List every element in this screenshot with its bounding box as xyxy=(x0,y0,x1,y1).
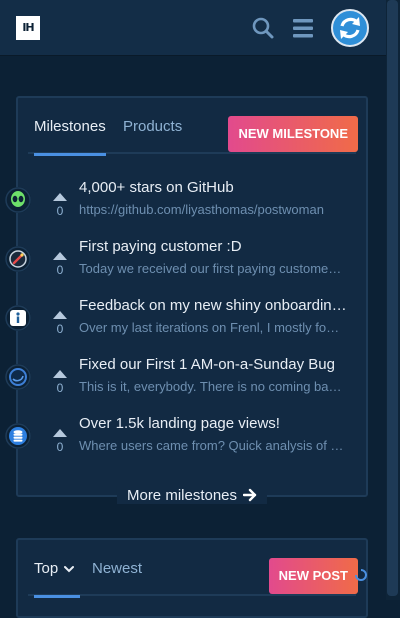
indie-hackers-logo[interactable]: IH xyxy=(16,16,40,40)
posts-tabs: Top Newest New Post xyxy=(28,550,358,598)
scrollbar-thumb[interactable] xyxy=(387,0,398,596)
loading-spinner-icon xyxy=(355,569,367,581)
milestone-title[interactable]: Feedback on my new shiny onboarding flow xyxy=(79,297,349,314)
top-navigation-bar: IH xyxy=(0,0,400,56)
tab-milestones[interactable]: Milestones xyxy=(34,108,106,156)
more-milestones-link[interactable]: More milestones xyxy=(116,486,268,504)
rocket-icon xyxy=(5,246,31,272)
tab-top-label: Top xyxy=(34,560,59,577)
upvote-button[interactable]: 0 xyxy=(52,248,68,277)
upvote-arrow-icon xyxy=(53,370,67,378)
posts-card: Top Newest New Post xyxy=(16,538,368,618)
arrow-right-icon xyxy=(243,488,257,502)
page-scrollbar[interactable] xyxy=(386,0,400,600)
vote-count: 0 xyxy=(56,381,64,395)
milestone-title[interactable]: 4,000+ stars on GitHub xyxy=(79,179,349,196)
new-post-button[interactable]: New Post xyxy=(268,558,358,594)
upvote-arrow-icon xyxy=(53,311,67,319)
alien-icon xyxy=(5,187,31,213)
chevron-down-icon xyxy=(64,566,75,573)
milestone-description: This is it, everybody. There is no comin… xyxy=(79,379,345,394)
milestone-title[interactable]: Over 1.5k landing page views! xyxy=(79,415,349,432)
user-avatar[interactable] xyxy=(331,9,369,47)
refresh-avatar-icon xyxy=(340,17,360,39)
milestones-card: Milestones Products New Milestone 0 4,00… xyxy=(5,96,368,504)
upvote-button[interactable]: 0 xyxy=(52,307,68,336)
more-milestones-label: More milestones xyxy=(126,486,238,504)
milestone-description: Over my last iterations on Frenl, I most… xyxy=(79,320,345,335)
milestone-description: Where users came from? Quick analysis of… xyxy=(79,438,345,453)
bug-ring-icon xyxy=(5,364,31,390)
tab-products[interactable]: Products xyxy=(123,108,182,154)
hamburger-menu-icon[interactable] xyxy=(291,16,315,40)
upvote-arrow-icon xyxy=(53,193,67,201)
vote-count: 0 xyxy=(56,440,64,454)
info-icon xyxy=(5,305,31,331)
milestone-item[interactable]: 0 Over 1.5k landing page views! Where us… xyxy=(5,415,366,482)
milestone-title[interactable]: First paying customer :D xyxy=(79,238,349,255)
upvote-arrow-icon xyxy=(53,252,67,260)
milestone-description: Today we received our first paying custo… xyxy=(79,261,345,276)
new-milestone-button[interactable]: New Milestone xyxy=(228,116,358,152)
vote-count: 0 xyxy=(56,263,64,277)
upvote-arrow-icon xyxy=(53,429,67,437)
vote-count: 0 xyxy=(56,322,64,336)
tab-top[interactable]: Top xyxy=(34,550,81,598)
milestone-description: https://github.com/liyasthomas/postwoman xyxy=(79,202,324,217)
upvote-button[interactable]: 0 xyxy=(52,366,68,395)
database-icon xyxy=(5,423,31,449)
upvote-button[interactable]: 0 xyxy=(52,425,68,454)
milestones-tabs: Milestones Products New Milestone xyxy=(28,108,358,156)
tab-newest[interactable]: Newest xyxy=(92,550,142,596)
upvote-button[interactable]: 0 xyxy=(52,189,68,218)
vote-count: 0 xyxy=(56,204,64,218)
search-icon[interactable] xyxy=(251,16,275,40)
milestone-title[interactable]: Fixed our First 1 AM-on-a-Sunday Bug xyxy=(79,356,349,373)
